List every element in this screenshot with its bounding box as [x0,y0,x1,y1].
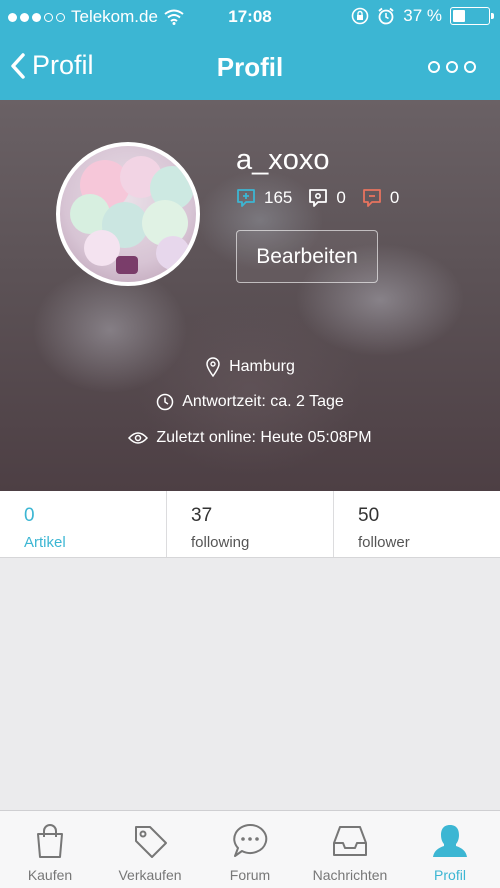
tabbar-item-verkaufen[interactable]: Verkaufen [100,811,200,888]
tab-following[interactable]: 37 following [167,491,334,557]
bottom-tab-bar: Kaufen Verkaufen Forum Nachrichten Profi… [0,810,500,888]
neutral-rating-icon [309,189,328,207]
tabbar-label: Profil [434,867,466,883]
location-text: Hamburg [229,358,295,375]
positive-rating-count: 165 [264,188,293,207]
status-right: 37 % [351,6,494,26]
tab-label: follower [358,534,410,551]
positive-rating-icon [237,189,255,207]
neutral-rating: 0 [308,188,346,208]
battery-percent: 37 % [403,6,442,25]
shopping-bag-icon [37,824,63,858]
positive-rating: 165 [236,188,292,208]
tabbar-label: Verkaufen [118,867,182,883]
battery-icon [450,7,494,25]
more-options-icon[interactable] [428,61,476,73]
negative-rating: 0 [362,188,399,208]
tabbar-item-forum[interactable]: Forum [200,811,300,888]
tab-artikel[interactable]: 0 Artikel [0,491,167,557]
clock-icon [156,393,174,411]
person-icon [433,825,467,857]
neutral-rating-count: 0 [336,188,346,207]
alarm-icon [378,7,394,25]
negative-rating-icon [362,189,381,207]
last-online-text: Zuletzt online: Heute 05:08PM [156,429,372,446]
tab-count: 50 [358,505,380,526]
tab-label: Artikel [24,534,66,551]
tab-follower[interactable]: 50 follower [334,491,500,557]
top-bar: Telekom.de 17:08 37 % Profil Profil [0,0,500,100]
tab-count: 37 [191,505,213,526]
location-pin-icon [206,357,220,377]
edit-profile-button[interactable]: Bearbeiten [236,230,378,283]
rating-stats: 165 0 0 [236,188,399,208]
tabbar-label: Nachrichten [312,867,388,883]
eye-icon [128,432,149,444]
tabbar-item-kaufen[interactable]: Kaufen [0,811,100,888]
tabbar-label: Forum [229,867,271,883]
profile-tabs: 0 Artikel 37 following 50 follower [0,491,500,558]
chat-bubble-icon [233,823,268,857]
inbox-icon [333,826,367,856]
last-online-row: Zuletzt online: Heute 05:08PM [0,429,500,447]
response-time-row: Antwortzeit: ca. 2 Tage [0,393,500,411]
location-row: Hamburg [0,357,500,377]
username: a_xoxo [236,144,330,176]
rotation-lock-icon [351,7,369,25]
status-bar: Telekom.de 17:08 37 % [0,0,500,34]
price-tag-icon [135,826,167,858]
tabbar-label: Kaufen [27,867,73,883]
page-title: Profil [216,52,284,82]
tabbar-item-nachrichten[interactable]: Nachrichten [300,811,400,888]
navigation-bar: Profil Profil [0,34,500,100]
tab-count: 0 [24,505,35,526]
tabbar-item-profil[interactable]: Profil [400,811,500,888]
negative-rating-count: 0 [389,188,400,207]
tab-label: following [191,534,250,551]
profile-header: a_xoxo 165 0 0 Bearbeiten Hamburg Antwor… [0,100,500,491]
response-time-text: Antwortzeit: ca. 2 Tage [182,393,344,410]
avatar[interactable] [56,142,200,286]
